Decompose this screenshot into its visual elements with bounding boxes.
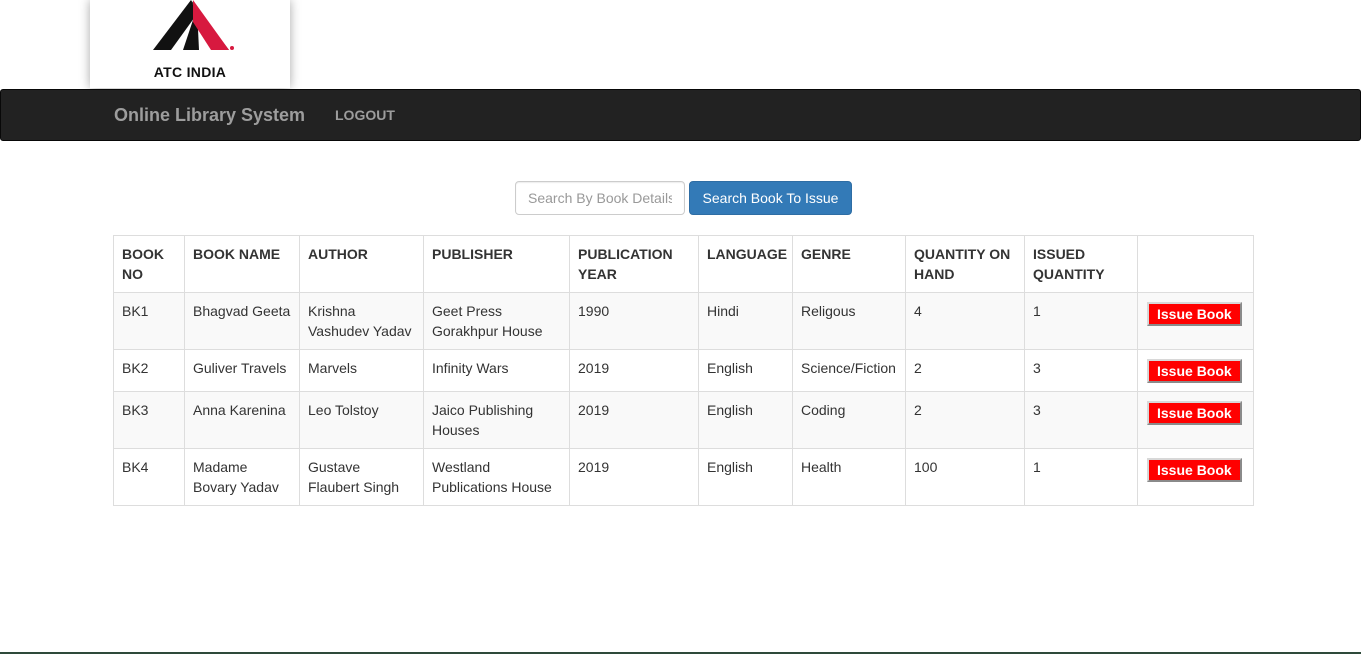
issue-book-button[interactable]: Issue Book [1147,359,1242,383]
table-header-row: BOOK NO BOOK NAME AUTHOR PUBLISHER PUBLI… [113,235,1254,293]
cell-publisher: Geet Press Gorakhpur House [423,292,570,350]
cell-publisher: Infinity Wars [423,349,570,392]
header-book-name: BOOK NAME [184,235,300,293]
issue-book-button[interactable]: Issue Book [1147,458,1242,482]
header-action [1137,235,1254,293]
cell-publication-year: 2019 [569,349,699,392]
cell-quantity-on-hand: 2 [905,391,1025,449]
atc-logo-mark-icon [153,0,234,50]
navbar: Online Library System LOGOUT [0,89,1361,141]
cell-book-name: Anna Karenina [184,391,300,449]
issue-book-button[interactable]: Issue Book [1147,401,1242,425]
header-genre: GENRE [792,235,906,293]
cell-author: Krishna Vashudev Yadav [299,292,424,350]
header-quantity-on-hand: QUANTITY ON HAND [905,235,1025,293]
cell-language: English [698,349,793,392]
cell-book-name: Bhagvad Geeta [184,292,300,350]
logo: ATC INDIA [90,0,290,88]
cell-publisher: Westland Publications House [423,448,570,506]
table-row: BK4 Madame Bovary Yadav Gustave Flaubert… [113,448,1254,506]
cell-quantity-on-hand: 2 [905,349,1025,392]
cell-book-no: BK1 [113,292,185,350]
cell-book-no: BK4 [113,448,185,506]
cell-language: English [698,391,793,449]
cell-genre: Science/Fiction [792,349,906,392]
header-author: AUTHOR [299,235,424,293]
header-publication-year: PUBLICATION YEAR [569,235,699,293]
issue-book-button[interactable]: Issue Book [1147,302,1242,326]
books-table-container: BOOK NO BOOK NAME AUTHOR PUBLISHER PUBLI… [113,235,1254,506]
cell-language: Hindi [698,292,793,350]
cell-issued-quantity: 3 [1024,391,1138,449]
header-publisher: PUBLISHER [423,235,570,293]
navbar-brand[interactable]: Online Library System [114,105,305,126]
table-row: BK2 Guliver Travels Marvels Infinity War… [113,349,1254,392]
cell-publication-year: 1990 [569,292,699,350]
cell-quantity-on-hand: 100 [905,448,1025,506]
cell-issued-quantity: 1 [1024,448,1138,506]
cell-publisher: Jaico Publishing Houses [423,391,570,449]
cell-author: Gustave Flaubert Singh [299,448,424,506]
header-book-no: BOOK NO [113,235,185,293]
cell-author: Marvels [299,349,424,392]
cell-genre: Coding [792,391,906,449]
header-issued-quantity: ISSUED QUANTITY [1024,235,1138,293]
search-input[interactable] [515,181,685,215]
cell-action: Issue Book [1137,349,1254,392]
cell-action: Issue Book [1137,448,1254,506]
cell-author: Leo Tolstoy [299,391,424,449]
header-language: LANGUAGE [698,235,793,293]
cell-genre: Health [792,448,906,506]
cell-genre: Religous [792,292,906,350]
cell-quantity-on-hand: 4 [905,292,1025,350]
cell-issued-quantity: 3 [1024,349,1138,392]
search-book-button[interactable]: Search Book To Issue [689,181,852,215]
cell-book-no: BK2 [113,349,185,392]
logout-link[interactable]: LOGOUT [335,107,395,123]
logo-text: ATC INDIA [153,64,227,80]
table-row: BK3 Anna Karenina Leo Tolstoy Jaico Publ… [113,391,1254,449]
cell-language: English [698,448,793,506]
cell-book-no: BK3 [113,391,185,449]
cell-book-name: Madame Bovary Yadav [184,448,300,506]
cell-publication-year: 2019 [569,448,699,506]
cell-book-name: Guliver Travels [184,349,300,392]
table-row: BK1 Bhagvad Geeta Krishna Vashudev Yadav… [113,292,1254,350]
cell-action: Issue Book [1137,292,1254,350]
cell-issued-quantity: 1 [1024,292,1138,350]
cell-publication-year: 2019 [569,391,699,449]
books-table: BOOK NO BOOK NAME AUTHOR PUBLISHER PUBLI… [113,235,1254,506]
cell-action: Issue Book [1137,391,1254,449]
